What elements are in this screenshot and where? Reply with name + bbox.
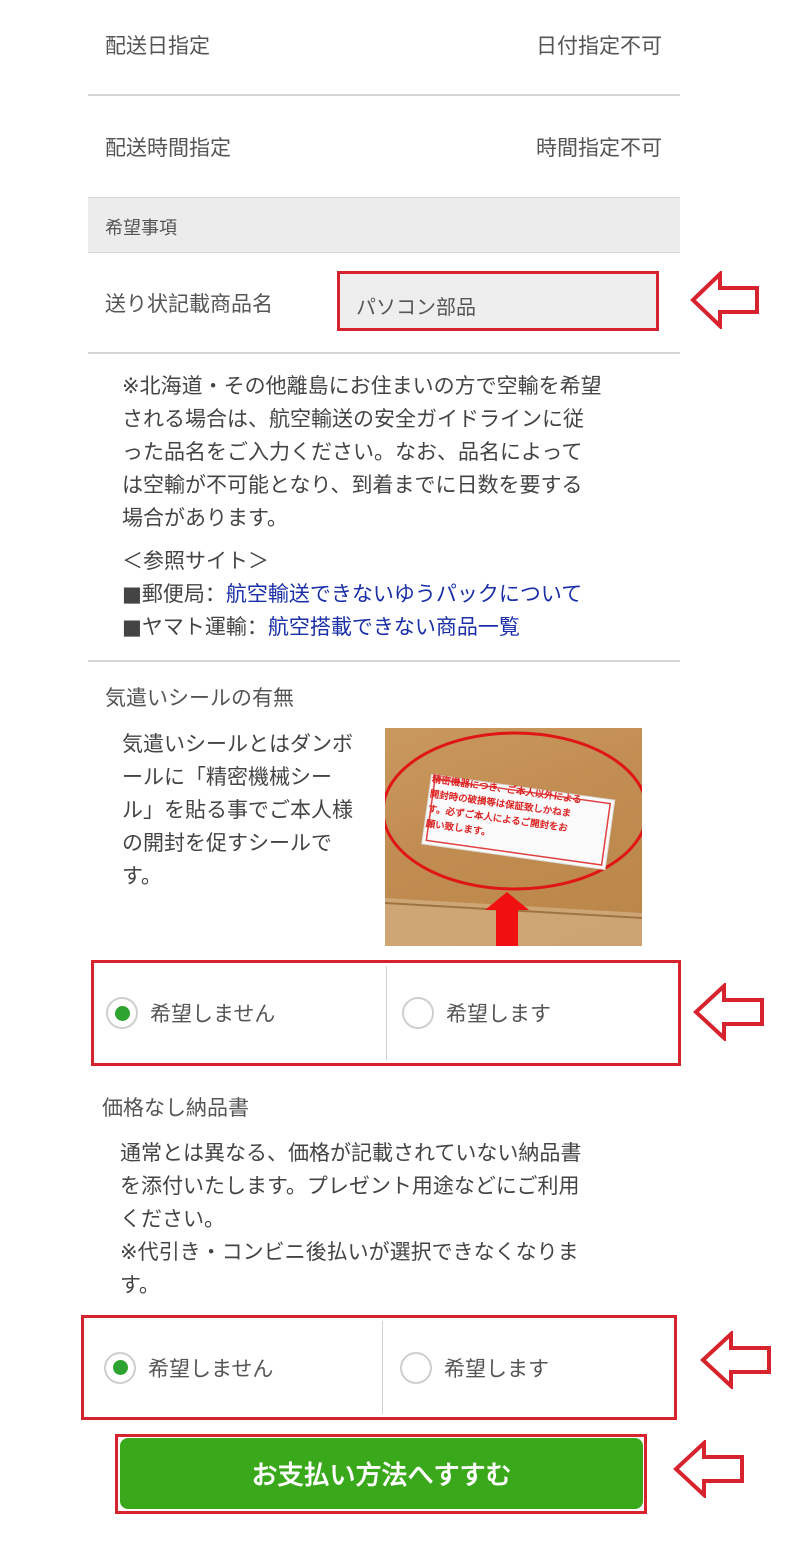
invoice-option-no-label: 希望しません [148, 1356, 274, 1381]
seal-desc-line: 気遣いシールとはダンボ [122, 732, 353, 756]
note-line: 場合があります。 [122, 506, 288, 530]
invoice-radio-group: 希望しません 希望します [81, 1315, 677, 1420]
seal-radio-group: 希望しません 希望します [91, 960, 681, 1066]
radio-selected-icon[interactable] [104, 1351, 136, 1384]
japanpost-link[interactable]: 航空輸送できないゆうパックについて [226, 582, 582, 606]
radio-selected-icon[interactable] [106, 997, 138, 1029]
note-line: される場合は、航空輸送の安全ガイドラインに従 [122, 407, 584, 431]
invoice-option-no[interactable]: 希望しません [104, 1318, 273, 1417]
delivery-time-label: 配送時間指定 [105, 136, 231, 160]
seal-desc-line: ル」を貼る事でご本人様 [122, 798, 353, 822]
delivery-date-value: 日付指定不可 [536, 34, 662, 58]
product-name-label: 送り状記載商品名 [105, 292, 273, 316]
divider [88, 660, 680, 662]
radio-divider [382, 1321, 383, 1414]
left-arrow-icon [700, 1331, 771, 1389]
radio-divider [386, 966, 387, 1060]
invoice-option-yes-label: 希望します [444, 1356, 549, 1381]
invoice-option-yes[interactable]: 希望します [400, 1318, 549, 1417]
reference-title: ＜参照サイト＞ [122, 549, 269, 573]
note-line: は空輸が不可能となり、到着までに日数を要する [122, 473, 583, 497]
reference-japanpost: ■郵便局：航空輸送できないゆうパックについて [122, 578, 682, 611]
proceed-to-payment-button[interactable]: お支払い方法へすすむ [120, 1438, 643, 1509]
air-transport-note: ※北海道・その他離島にお住まいの方で空輸を希望 される場合は、航空輸送の安全ガイ… [122, 370, 652, 535]
reference-yamato: ■ヤマト運輸：航空搭載できない商品一覧 [122, 611, 682, 644]
radio-unselected-icon[interactable] [400, 1351, 432, 1384]
yamato-link[interactable]: 航空搭載できない商品一覧 [268, 615, 520, 639]
left-arrow-icon [673, 1440, 744, 1498]
radio-dot-icon [112, 1360, 128, 1375]
seal-desc-line: ールに「精密機械シー [122, 765, 332, 789]
note-line: ※北海道・その他離島にお住まいの方で空輸を希望 [122, 374, 602, 398]
seal-desc-line: す。 [122, 864, 162, 888]
divider [88, 352, 680, 354]
product-name-value: パソコン部品 [356, 295, 476, 319]
reference-prefix: ■郵便局： [122, 582, 226, 606]
divider [88, 94, 680, 96]
invoice-desc-line: ください。 [120, 1207, 225, 1231]
seal-option-no-label: 希望しません [150, 1002, 276, 1026]
invoice-desc-line: 通常とは異なる、価格が記載されていない納品書 [120, 1141, 582, 1165]
delivery-time-value: 時間指定不可 [536, 136, 662, 160]
seal-description: 気遣いシールとはダンボ ールに「精密機械シー ル」を貼る事でご本人様 の開封を促… [122, 728, 382, 893]
reference-prefix: ■ヤマト運輸： [122, 615, 268, 639]
invoice-desc-line: す。 [120, 1273, 160, 1297]
delivery-date-label: 配送日指定 [105, 34, 210, 58]
product-name-input[interactable]: パソコン部品 [337, 271, 659, 331]
invoice-desc-line: を添付いたします。プレゼント用途などにご利用 [120, 1174, 580, 1198]
left-arrow-icon [690, 271, 759, 329]
seal-title: 気遣いシールの有無 [105, 686, 294, 710]
invoice-desc-line: ※代引き・コンビニ後払いが選択できなくなりま [120, 1240, 579, 1264]
section-title: 希望事項 [105, 218, 177, 239]
radio-unselected-icon[interactable] [402, 997, 434, 1029]
section-header: 希望事項 [88, 197, 680, 253]
left-arrow-icon [693, 983, 764, 1041]
radio-dot-icon [114, 1005, 130, 1021]
reference-sites: ＜参照サイト＞ ■郵便局：航空輸送できないゆうパックについて ■ヤマト運輸：航空… [122, 545, 682, 644]
note-line: った品名をご入力ください。なお、品名によって [122, 440, 583, 464]
seal-sample-image: 精密機器につき、ご本人以外による 開封時の破損等は保証致しかねま す。必ずご本人… [385, 728, 642, 946]
seal-option-no[interactable]: 希望しません [106, 963, 275, 1063]
seal-option-yes[interactable]: 希望します [402, 963, 551, 1063]
seal-option-yes-label: 希望します [446, 1002, 551, 1026]
proceed-button-label: お支払い方法へすすむ [251, 1461, 512, 1491]
invoice-description: 通常とは異なる、価格が記載されていない納品書 を添付いたします。プレゼント用途な… [120, 1137, 660, 1302]
invoice-title: 価格なし納品書 [102, 1096, 249, 1120]
seal-desc-line: の開封を促すシールで [122, 831, 332, 855]
